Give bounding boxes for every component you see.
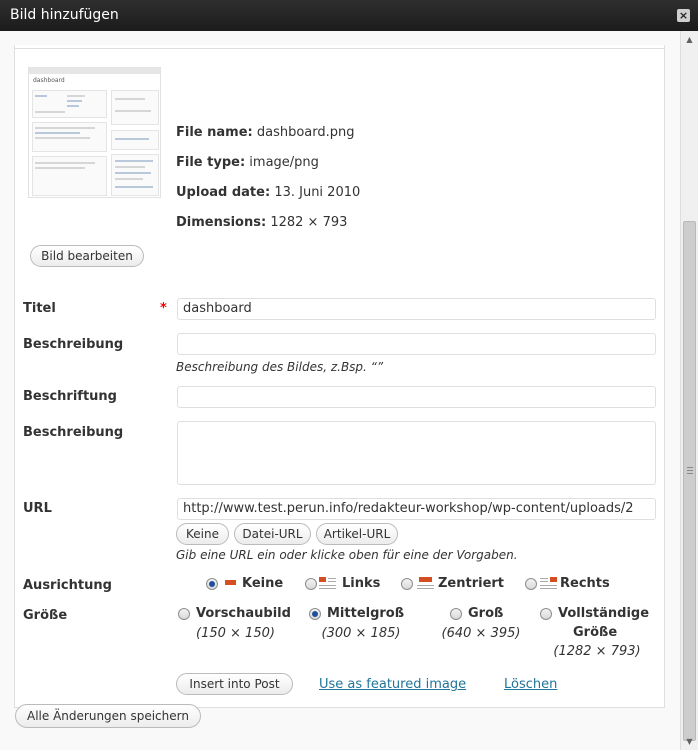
close-icon[interactable]: ×	[677, 9, 690, 22]
align-right-radio[interactable]	[525, 578, 537, 590]
size-medium-label[interactable]: Mittelgroß	[327, 606, 404, 621]
size-full-label[interactable]: Vollständige	[558, 606, 649, 621]
panel-divider	[15, 48, 664, 49]
featured-image-link[interactable]: Use as featured image	[319, 677, 466, 692]
url-input[interactable]: http://www.test.perun.info/redakteur-wor…	[177, 498, 656, 520]
alt-text-label: Beschreibung	[23, 337, 124, 352]
alt-text-hint: Beschreibung des Bildes, z.Bsp. “”	[176, 360, 384, 374]
media-dialog-body: dashboard File name: dashboard.png File …	[0, 31, 680, 750]
file-type: File type: image/png	[176, 155, 319, 170]
size-large-dimensions: (640 × 395)	[441, 626, 521, 641]
edit-image-button[interactable]: Bild bearbeiten	[30, 245, 144, 267]
required-marker: *	[160, 301, 167, 316]
alt-text-input[interactable]	[177, 333, 656, 355]
size-full-label-line2[interactable]: Größe	[573, 625, 617, 640]
window-title: Bild hinzufügen	[10, 7, 119, 23]
align-center-radio[interactable]	[401, 578, 413, 590]
align-left-radio[interactable]	[305, 578, 317, 590]
upload-date: Upload date: 13. Juni 2010	[176, 185, 361, 200]
url-label: URL	[23, 501, 52, 516]
caption-input[interactable]	[177, 386, 656, 408]
size-medium-dimensions: (300 × 185)	[321, 626, 401, 641]
scroll-up-icon[interactable]: ▲	[681, 31, 698, 48]
alignment-label: Ausrichtung	[23, 578, 112, 593]
size-full-radio[interactable]	[540, 608, 552, 620]
url-none-button[interactable]: Keine	[176, 523, 229, 545]
url-file-button[interactable]: Datei-URL	[234, 523, 311, 545]
scroll-down-icon[interactable]: ▼	[681, 733, 698, 750]
image-dimensions: Dimensions: 1282 × 793	[176, 215, 348, 230]
size-large-label[interactable]: Groß	[468, 606, 503, 621]
scroll-thumb[interactable]	[683, 221, 696, 741]
size-thumbnail-radio[interactable]	[178, 608, 190, 620]
align-center-icon	[417, 577, 434, 589]
media-item-panel: dashboard File name: dashboard.png File …	[14, 45, 665, 708]
title-label: Titel	[23, 301, 56, 316]
file-name: File name: dashboard.png	[176, 125, 355, 140]
size-large-radio[interactable]	[450, 608, 462, 620]
url-hint: Gib eine URL ein oder klicke oben für ei…	[176, 548, 518, 562]
align-center-label[interactable]: Zentriert	[438, 576, 504, 591]
title-input[interactable]: dashboard	[177, 298, 656, 320]
save-all-changes-button[interactable]: Alle Änderungen speichern	[15, 704, 201, 728]
align-none-radio[interactable]	[206, 578, 218, 590]
vertical-scrollbar[interactable]: ▲ ▼	[680, 31, 698, 750]
insert-into-post-button[interactable]: Insert into Post	[176, 673, 293, 695]
size-medium-radio[interactable]	[309, 608, 321, 620]
size-thumbnail-dimensions: (150 × 150)	[196, 626, 275, 641]
align-left-label[interactable]: Links	[342, 576, 380, 591]
align-left-icon	[319, 577, 336, 589]
align-right-label[interactable]: Rechts	[560, 576, 610, 591]
caption-label: Beschriftung	[23, 389, 117, 404]
delete-link[interactable]: Löschen	[504, 677, 557, 692]
align-none-label[interactable]: Keine	[242, 576, 283, 591]
url-post-button[interactable]: Artikel-URL	[316, 523, 398, 545]
image-thumbnail: dashboard	[28, 67, 161, 198]
window-titlebar: Bild hinzufügen ×	[0, 0, 698, 31]
size-label: Größe	[23, 608, 68, 623]
thumbnail-caption: dashboard	[33, 77, 65, 84]
size-thumbnail-label[interactable]: Vorschaubild	[196, 606, 291, 621]
align-none-icon	[222, 577, 239, 589]
description-label: Beschreibung	[23, 425, 124, 440]
description-textarea[interactable]	[177, 421, 656, 485]
size-full-dimensions: (1282 × 793)	[553, 644, 641, 659]
align-right-icon	[540, 577, 557, 589]
